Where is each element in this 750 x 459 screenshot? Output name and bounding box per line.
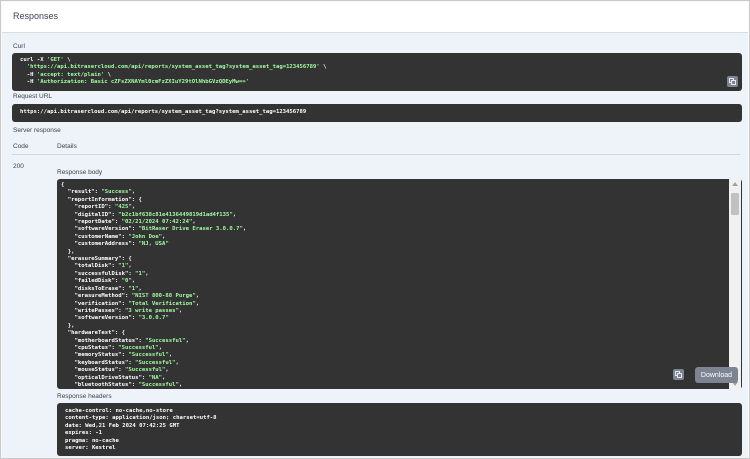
response-code: 200: [13, 163, 24, 170]
json-line: "disksToErase": "1",: [61, 285, 142, 292]
curl-line: -H 'Authorization: Basic cZFsZXNAYml0cmF…: [20, 79, 250, 86]
request-url-label: Request URL: [13, 93, 53, 100]
copy-icon: [675, 371, 682, 378]
json-line: "reportInformation": {: [61, 196, 142, 203]
curl-code-block[interactable]: curl -X 'GET' \ 'https://api.bitraserclo…: [12, 53, 742, 91]
json-line: "reportDate": "02/21/2024 07:42:24",: [61, 219, 196, 226]
json-line: "result": "Success",: [61, 189, 136, 196]
header-line: server: Kestrel: [65, 445, 116, 452]
json-line: },: [61, 248, 75, 255]
json-line: "failedDisk": "0",: [61, 278, 136, 285]
header-line: pragma: no-cache: [65, 437, 119, 444]
scroll-up-icon[interactable]: [732, 182, 738, 186]
curl-line: curl -X 'GET' \: [20, 57, 71, 63]
scroll-thumb[interactable]: [731, 193, 739, 215]
json-line: "opticalDriveStatus": "NA",: [61, 374, 166, 381]
json-line: "verification": "Total Verification",: [61, 300, 200, 307]
download-button[interactable]: Download: [695, 367, 738, 383]
response-headers-label: Response headers: [57, 393, 112, 400]
json-line: "mouseStatus": "Successful",: [61, 367, 169, 374]
response-body-block[interactable]: { "result": "Success", "reportInformatio…: [57, 179, 742, 389]
json-line: "erasureSummary": {: [61, 256, 132, 263]
curl-label: Curl: [13, 43, 25, 50]
json-line: "motherboardStatus": "Successful",: [61, 337, 189, 344]
header-line: date: Wed,21 Feb 2024 07:42:25 GMT: [65, 422, 180, 429]
response-body-label: Response body: [57, 169, 103, 176]
json-line: },: [61, 322, 75, 329]
json-line: "cpuStatus": "Successful",: [61, 344, 163, 351]
json-line: {: [61, 182, 65, 188]
details-column-header: Details: [57, 143, 77, 150]
json-line: "softwareVersion": "BitRaser Drive Erase…: [61, 226, 247, 233]
request-url-value[interactable]: https://api.bitrasercloud.com/api/report…: [12, 104, 742, 122]
header-line: content-type: application/json; charset=…: [65, 415, 217, 422]
json-line: "memoryStatus": "Successful",: [61, 352, 173, 359]
curl-line: 'https://api.bitrasercloud.com/api/repor…: [26, 64, 327, 71]
response-headers-block[interactable]: cache-control: no-cache,no-store content-…: [57, 403, 742, 456]
responses-header: Responses: [2, 2, 748, 33]
curl-line: -H 'accept: text/plain' \: [20, 71, 111, 78]
json-line: "customerAddress": "NJ, USA": [61, 241, 169, 248]
json-line: "softwareVersion": "3.0.0.7": [61, 315, 169, 322]
server-response-label: Server response: [13, 127, 61, 134]
header-line: expires: -1: [65, 430, 103, 437]
code-column-header: Code: [13, 143, 29, 150]
json-line: "customerName": "John Doe",: [61, 233, 166, 240]
json-line: "successfulDisk": "1",: [61, 270, 149, 277]
json-line: "erasureMethod": "NIST 800-88 Purge",: [61, 293, 200, 300]
copy-body-button[interactable]: [673, 369, 684, 380]
json-line: "reportID": "425",: [61, 204, 136, 211]
responses-frame: Responses Curl curl -X 'GET' \ 'https://…: [0, 0, 750, 459]
copy-curl-button[interactable]: [727, 76, 738, 87]
responses-panel: Curl curl -X 'GET' \ 'https://api.bitras…: [2, 33, 748, 458]
json-line: "digitalID": "b2c1bf638c81e4136449819d1a…: [61, 211, 237, 218]
responses-title: Responses: [13, 11, 59, 21]
response-body-scrollbar[interactable]: [729, 179, 741, 389]
json-line: "totalDisk": "1",: [61, 263, 132, 270]
json-line: "writePasses": "3 write passes",: [61, 307, 183, 314]
json-line: "bluetoothStatus": "Successful",: [61, 381, 183, 388]
json-line: "keyboardStatus": "Successful",: [61, 359, 179, 366]
copy-icon: [729, 78, 736, 85]
json-line: "hardwareTest": {: [61, 330, 125, 337]
table-divider: [12, 154, 740, 155]
